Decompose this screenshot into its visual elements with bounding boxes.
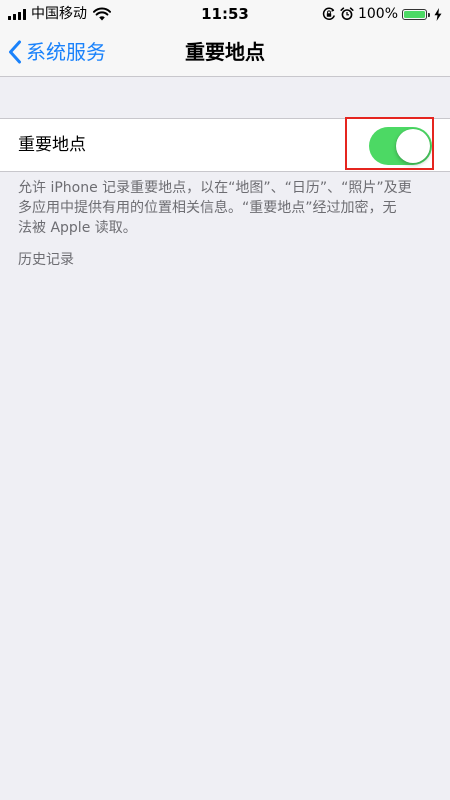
alarm-icon [340,7,354,20]
back-button[interactable]: 系统服务 [8,36,106,68]
battery-percentage: 100% [357,6,398,22]
significant-locations-label: 重要地点 [18,135,86,155]
status-right: 100% [322,5,442,23]
footer-line: 多应用中提供有用的位置相关信息。“重要地点”经过加密，无 [18,200,397,216]
footer-line: 法被 Apple 读取。 [18,220,137,236]
history-link[interactable]: 历史记录 [18,250,74,270]
back-button-label: 系统服务 [26,40,106,64]
toggle-knob [396,129,430,163]
navigation-bar: 系统服务 重要地点 [0,28,450,77]
footer-description: 允许 iPhone 记录重要地点，以在“地图”、“日历”、“照片”及更 多应用中… [18,178,428,238]
charging-bolt-icon [434,7,442,21]
battery-icon [402,8,430,20]
footer-line: 允许 iPhone 记录重要地点，以在“地图”、“日历”、“照片”及更 [18,180,412,196]
orientation-lock-icon [322,7,335,20]
significant-locations-toggle[interactable] [369,127,432,165]
chevron-left-icon [9,40,21,64]
status-bar: 中国移动 11:53 100% [0,0,450,28]
